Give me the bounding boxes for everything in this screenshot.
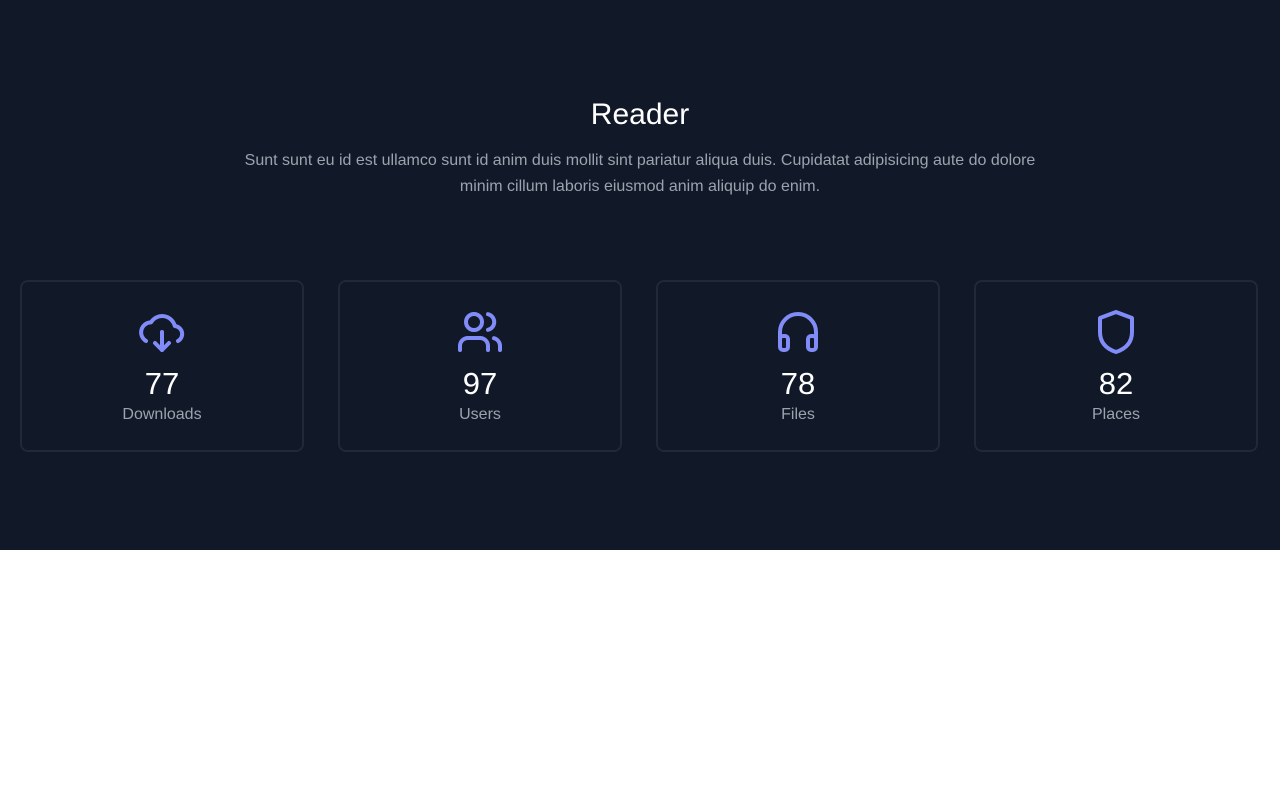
stats-section: Reader Sunt sunt eu id est ullamco sunt … xyxy=(0,0,1280,550)
stat-value: 82 xyxy=(1098,366,1134,401)
stat-card-users: 97 Users xyxy=(338,280,622,452)
section-description: Sunt sunt eu id est ullamco sunt id anim… xyxy=(244,152,1036,195)
stat-value: 78 xyxy=(780,366,816,401)
stat-label: Downloads xyxy=(122,406,202,423)
cloud-download-icon xyxy=(136,308,188,356)
stat-value: 97 xyxy=(462,366,498,401)
users-icon xyxy=(454,308,506,356)
stat-label: Users xyxy=(459,406,501,423)
stat-label: Files xyxy=(781,406,815,423)
section-title: Reader xyxy=(590,98,690,131)
stat-value: 77 xyxy=(144,366,180,401)
stat-card-files: 78 Files xyxy=(656,280,940,452)
headphones-icon xyxy=(772,308,824,356)
shield-icon xyxy=(1090,308,1142,356)
stat-card-places: 82 Places xyxy=(974,280,1258,452)
stat-card-downloads: 77 Downloads xyxy=(20,280,304,452)
stat-label: Places xyxy=(1091,406,1141,423)
